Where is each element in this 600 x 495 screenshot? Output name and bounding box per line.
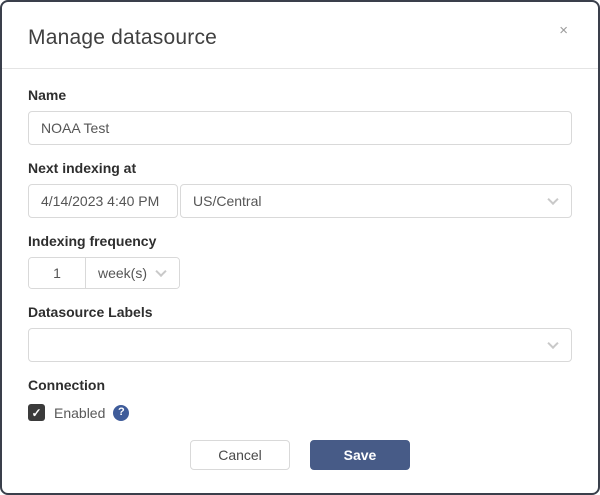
dialog-title: Manage datasource bbox=[28, 26, 572, 50]
manage-datasource-dialog: Manage datasource × Name Next indexing a… bbox=[0, 0, 600, 495]
chevron-down-icon bbox=[155, 266, 166, 277]
enabled-checkbox[interactable]: ✓ bbox=[28, 404, 45, 421]
cancel-button[interactable]: Cancel bbox=[190, 440, 290, 470]
frequency-unit-value: week(s) bbox=[98, 265, 147, 281]
dialog-footer: Cancel Save bbox=[2, 440, 598, 493]
connection-checkbox-row: ✓ Enabled ? bbox=[28, 404, 572, 421]
indexing-frequency-group: week(s) bbox=[28, 257, 180, 289]
name-label: Name bbox=[28, 87, 572, 103]
frequency-interval-input[interactable] bbox=[29, 258, 86, 288]
next-indexing-row: US/Central bbox=[28, 184, 572, 218]
close-icon[interactable]: × bbox=[553, 22, 574, 39]
check-icon: ✓ bbox=[31, 407, 41, 419]
dialog-header: Manage datasource × bbox=[2, 2, 598, 69]
help-icon[interactable]: ? bbox=[113, 405, 129, 421]
datasource-labels-select[interactable] bbox=[28, 328, 572, 362]
save-button[interactable]: Save bbox=[310, 440, 410, 470]
indexing-frequency-label: Indexing frequency bbox=[28, 233, 572, 249]
connection-label: Connection bbox=[28, 377, 572, 393]
next-indexing-label: Next indexing at bbox=[28, 160, 572, 176]
next-indexing-datetime-input[interactable] bbox=[28, 184, 178, 218]
datasource-labels-label: Datasource Labels bbox=[28, 304, 572, 320]
enabled-checkbox-label: Enabled bbox=[54, 405, 105, 421]
timezone-select-value: US/Central bbox=[193, 193, 261, 209]
chevron-down-icon bbox=[547, 338, 558, 349]
timezone-select[interactable]: US/Central bbox=[180, 184, 572, 218]
frequency-unit-select[interactable]: week(s) bbox=[86, 258, 179, 288]
chevron-down-icon bbox=[547, 194, 558, 205]
name-input[interactable] bbox=[28, 111, 572, 145]
dialog-body: Name Next indexing at US/Central Indexin… bbox=[2, 69, 598, 440]
